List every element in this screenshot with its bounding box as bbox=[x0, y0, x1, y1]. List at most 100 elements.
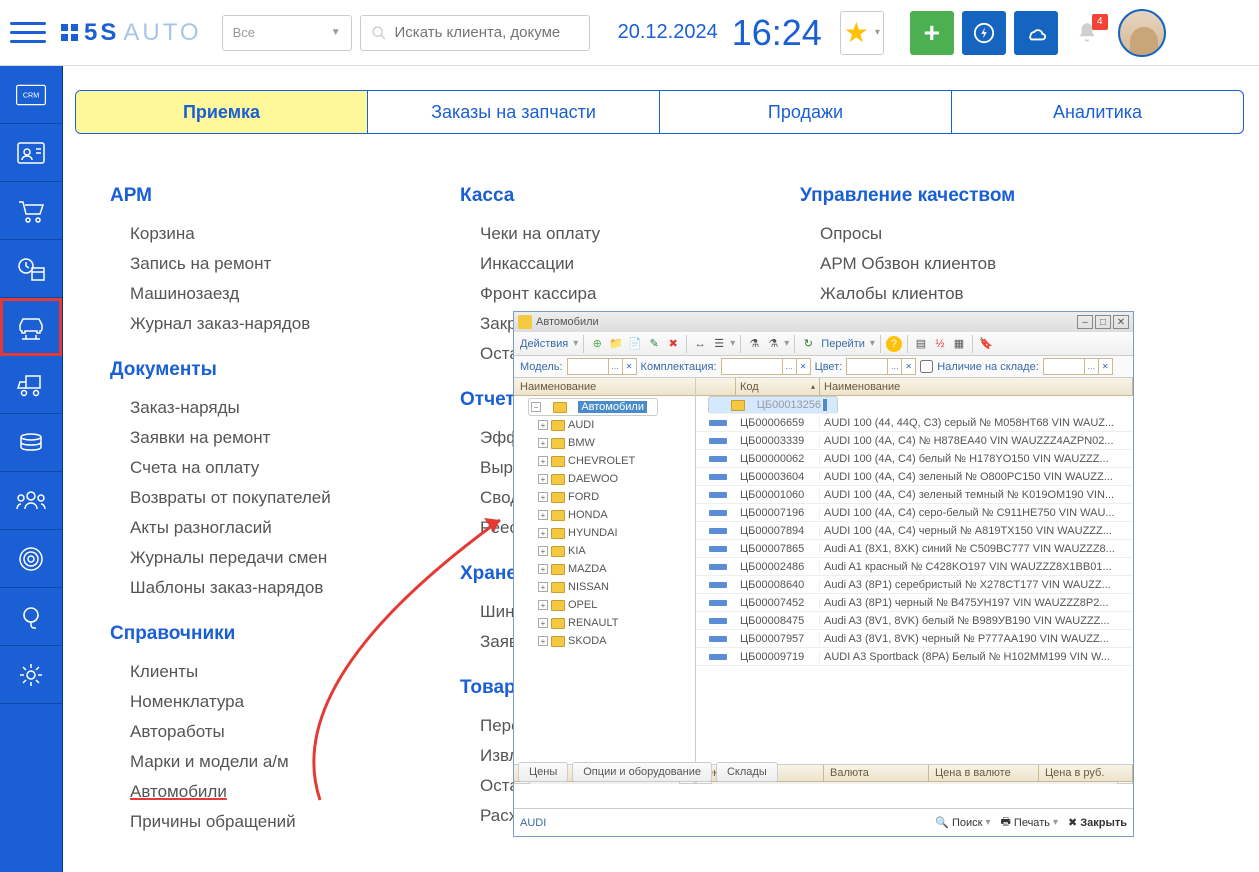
filter-color-input[interactable]: …✕ bbox=[846, 358, 916, 375]
table-row[interactable]: ЦБ00013256AUDI bbox=[708, 396, 838, 414]
link-order-templates[interactable]: Шаблоны заказ-нарядов bbox=[110, 573, 420, 603]
add-folder-icon[interactable]: 📁 bbox=[608, 336, 624, 352]
tab-parts-orders[interactable]: Заказы на запчасти bbox=[367, 91, 659, 133]
layout1-icon[interactable]: ▤ bbox=[913, 336, 929, 352]
link-reasons[interactable]: Причины обращений bbox=[110, 807, 420, 837]
expand-icon[interactable]: + bbox=[538, 636, 548, 646]
expand-icon[interactable]: + bbox=[538, 546, 548, 556]
tab-analytics[interactable]: Аналитика bbox=[951, 91, 1243, 133]
filter-stock-input[interactable]: …✕ bbox=[1043, 358, 1113, 375]
link-car-entry[interactable]: Машинозаезд bbox=[110, 279, 420, 309]
filter-icon[interactable]: ⚗ bbox=[746, 336, 762, 352]
expand-icon[interactable]: + bbox=[538, 564, 548, 574]
tree-item[interactable]: +FORD bbox=[516, 488, 693, 506]
layout2-icon[interactable]: ½ bbox=[932, 336, 948, 352]
table-row[interactable]: ЦБ00003339AUDI 100 (4A, C4) № H878EA40 V… bbox=[696, 432, 1133, 450]
tree-list[interactable]: −Автомобили+AUDI+BMW+CHEVROLET+DAEWOO+FO… bbox=[514, 396, 695, 768]
tree-item[interactable]: +NISSAN bbox=[516, 578, 693, 596]
dialog-titlebar[interactable]: Автомобили – □ ✕ bbox=[514, 312, 1133, 332]
help-icon[interactable]: ? bbox=[886, 336, 902, 352]
add-button[interactable]: + bbox=[910, 11, 954, 55]
tree-item[interactable]: +AUDI bbox=[516, 416, 693, 434]
expand-icon[interactable]: + bbox=[538, 618, 548, 628]
link-invoices[interactable]: Счета на оплату bbox=[110, 453, 420, 483]
actions-menu[interactable]: Действия bbox=[518, 338, 570, 350]
status-close-button[interactable]: ✖Закрыть bbox=[1068, 816, 1127, 829]
layout3-icon[interactable]: ▦ bbox=[951, 336, 967, 352]
tree-item[interactable]: +OPEL bbox=[516, 596, 693, 614]
hamburger-menu[interactable] bbox=[10, 15, 46, 51]
search-input[interactable] bbox=[395, 24, 579, 41]
table-row[interactable]: ЦБ00006659AUDI 100 (44, 44Q, C3) серый №… bbox=[696, 414, 1133, 432]
detail-col-price-currency[interactable]: Цена в валюте bbox=[929, 765, 1039, 782]
filter-config-input[interactable]: …✕ bbox=[721, 358, 811, 375]
expand-icon[interactable]: + bbox=[538, 438, 548, 448]
tree-item[interactable]: +CHEVROLET bbox=[516, 452, 693, 470]
table-row[interactable]: ЦБ00007452Audi A3 (8P1) черный № B475УH1… bbox=[696, 594, 1133, 612]
tree-root-label[interactable]: Автомобили bbox=[578, 401, 647, 413]
table-row[interactable]: ЦБ00002486Audi A1 красный № C428KO197 VI… bbox=[696, 558, 1133, 576]
sidebar-people[interactable] bbox=[0, 472, 62, 530]
link-makes-models[interactable]: Марки и модели а/м bbox=[110, 747, 420, 777]
status-print-button[interactable]: 🖶Печать▾ bbox=[1001, 813, 1058, 832]
sidebar-service[interactable] bbox=[0, 298, 62, 356]
tree-header[interactable]: Наименование bbox=[514, 378, 695, 396]
expand-icon[interactable]: + bbox=[538, 600, 548, 610]
grid-rows[interactable]: ЦБ00013256AUDIЦБ00006659AUDI 100 (44, 44… bbox=[696, 396, 1133, 768]
copy-icon[interactable]: 📄 bbox=[627, 336, 643, 352]
detail-col-price-rub[interactable]: Цена в руб. bbox=[1039, 765, 1133, 782]
goto-menu[interactable]: Перейти bbox=[819, 338, 867, 350]
link-callback[interactable]: АРМ Обзвон клиентов bbox=[800, 249, 1120, 279]
table-row[interactable]: ЦБ00000062AUDI 100 (4A, C4) белый № H178… bbox=[696, 450, 1133, 468]
link-disputes[interactable]: Акты разногласий bbox=[110, 513, 420, 543]
sidebar-target[interactable] bbox=[0, 530, 62, 588]
expand-icon[interactable]: + bbox=[538, 456, 548, 466]
sidebar-cart[interactable] bbox=[0, 182, 62, 240]
hierarchy-icon[interactable]: ☰ bbox=[711, 336, 727, 352]
minimize-button[interactable]: – bbox=[1077, 315, 1093, 329]
link-order-journal[interactable]: Журнал заказ-нарядов bbox=[110, 309, 420, 339]
expand-icon[interactable]: + bbox=[538, 492, 548, 502]
link-receipts[interactable]: Чеки на оплату bbox=[460, 219, 760, 249]
delete-icon[interactable]: ✖ bbox=[665, 336, 681, 352]
link-work-orders[interactable]: Заказ-наряды bbox=[110, 393, 420, 423]
sidebar-finance[interactable] bbox=[0, 414, 62, 472]
table-row[interactable]: ЦБ00009719AUDI A3 Sportback (8PA) Белый … bbox=[696, 648, 1133, 666]
link-collections[interactable]: Инкассации bbox=[460, 249, 760, 279]
favorites-button[interactable]: ★▾ bbox=[840, 11, 884, 55]
expand-icon[interactable]: + bbox=[538, 582, 548, 592]
sidebar-calendar[interactable] bbox=[0, 240, 62, 298]
expand-icon[interactable]: + bbox=[538, 420, 548, 430]
expand-icon[interactable]: + bbox=[538, 510, 548, 520]
notifications-button[interactable]: 4 bbox=[1074, 20, 1100, 46]
link-cart[interactable]: Корзина bbox=[110, 219, 420, 249]
tree-item[interactable]: +HONDA bbox=[516, 506, 693, 524]
tab-options[interactable]: Опции и оборудование bbox=[572, 762, 712, 782]
link-surveys[interactable]: Опросы bbox=[800, 219, 1120, 249]
link-repair-requests[interactable]: Заявки на ремонт bbox=[110, 423, 420, 453]
expand-icon[interactable]: + bbox=[538, 528, 548, 538]
table-row[interactable]: ЦБ00008640Audi A3 (8P1) серебристый № X2… bbox=[696, 576, 1133, 594]
table-row[interactable]: ЦБ00007865Audi A1 (8X1, 8XK) синий № C50… bbox=[696, 540, 1133, 558]
close-button[interactable]: ✕ bbox=[1113, 315, 1129, 329]
sidebar-settings[interactable] bbox=[0, 646, 62, 704]
scope-selector[interactable]: Все▼ bbox=[222, 15, 352, 51]
filter-model-input[interactable]: …✕ bbox=[567, 358, 637, 375]
tree-item[interactable]: +HYUNDAI bbox=[516, 524, 693, 542]
filter-stock-checkbox[interactable] bbox=[920, 360, 933, 373]
tree-item[interactable]: +BMW bbox=[516, 434, 693, 452]
maximize-button[interactable]: □ bbox=[1095, 315, 1111, 329]
grid-col-name[interactable]: Наименование bbox=[820, 378, 1133, 396]
grid-col-code[interactable]: Код bbox=[736, 378, 820, 396]
link-cashier-front[interactable]: Фронт кассира bbox=[460, 279, 760, 309]
refresh-icon[interactable]: ↻ bbox=[800, 336, 816, 352]
table-row[interactable]: ЦБ00001060AUDI 100 (4A, C4) зеленый темн… bbox=[696, 486, 1133, 504]
tree-item[interactable]: +DAEWOO bbox=[516, 470, 693, 488]
tab-sales[interactable]: Продажи bbox=[659, 91, 951, 133]
tag-icon[interactable]: 🔖 bbox=[978, 336, 994, 352]
cloud-button[interactable] bbox=[1014, 11, 1058, 55]
tab-prices[interactable]: Цены bbox=[518, 762, 568, 782]
table-row[interactable]: ЦБ00008475Audi A3 (8V1, 8VK) белый № B98… bbox=[696, 612, 1133, 630]
detail-col-currency[interactable]: Валюта bbox=[824, 765, 929, 782]
tree-item[interactable]: +KIA bbox=[516, 542, 693, 560]
